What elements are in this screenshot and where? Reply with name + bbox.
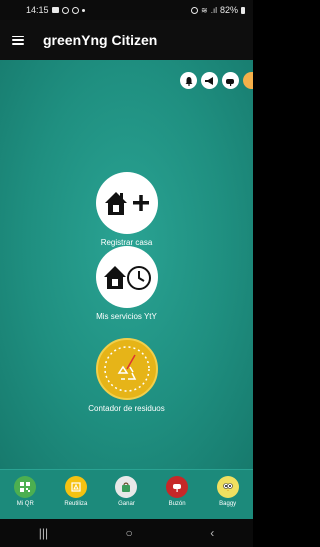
mailbox-icon[interactable] [166, 476, 189, 498]
bottom-navigation: Mi QR Reutiliza Ganar Buzón Baggy [0, 469, 253, 519]
top-action-icons [180, 72, 253, 89]
owl-mascot-icon[interactable] [216, 476, 239, 498]
app-bar: greenYng Citizen [0, 20, 253, 60]
battery-level: 82% [219, 5, 238, 15]
instagram-icon [61, 6, 69, 14]
megaphone-icon[interactable] [201, 72, 218, 89]
settings-icon [71, 6, 79, 14]
notification-dot-icon [81, 8, 85, 12]
register-house-entry[interactable]: Registrar casa [0, 172, 253, 247]
status-time: 14:15 [26, 5, 49, 15]
main-content: Registrar casa Mis servicios YtY Contado… [0, 60, 253, 469]
nav-label-reutiliza: Reutiliza [64, 501, 88, 507]
waste-counter-entry[interactable]: Contador de residuos [0, 338, 253, 413]
house-plus-icon[interactable] [95, 172, 158, 234]
recycle-gauge-icon[interactable] [95, 338, 158, 400]
qr-code-icon[interactable] [14, 476, 37, 498]
nav-item-mi-qr[interactable]: Mi QR [5, 476, 45, 507]
back-icon[interactable]: ‹ [210, 526, 214, 540]
battery-icon [241, 6, 245, 14]
home-icon[interactable]: ○ [126, 526, 133, 540]
house-clock-icon[interactable] [95, 246, 158, 308]
video-icon [51, 7, 59, 13]
profile-avatar-icon[interactable] [243, 72, 253, 89]
nav-label-baggy: Baggy [219, 501, 237, 507]
recent-apps-icon[interactable]: ||| [39, 526, 48, 540]
gift-bag-icon[interactable] [115, 476, 138, 498]
signal-icon: .ıl [210, 5, 217, 15]
services-entry[interactable]: Mis servicios YtY [0, 246, 253, 321]
services-label: Mis servicios YtY [96, 312, 157, 321]
nav-label-ganar: Ganar [118, 501, 135, 507]
nav-item-baggy[interactable]: Baggy [208, 476, 248, 507]
waste-counter-label: Contador de residuos [88, 404, 165, 413]
nav-label-buzon: Buzón [168, 501, 186, 507]
status-bar: 14:15 ≋ .ıl 82% [0, 0, 253, 20]
nav-item-buzon[interactable]: Buzón [157, 476, 197, 507]
system-navigation-bar: ||| ○ ‹ [0, 519, 253, 547]
bell-icon[interactable] [180, 72, 197, 89]
hamburger-menu-icon[interactable] [12, 35, 24, 45]
wifi-icon: ≋ [201, 5, 208, 15]
nav-item-reutiliza[interactable]: Reutiliza [56, 476, 96, 507]
alarm-icon [191, 6, 199, 14]
nav-item-ganar[interactable]: Ganar [106, 476, 146, 507]
app-title: greenYng Citizen [43, 32, 158, 48]
nav-label-mi-qr: Mi QR [16, 501, 34, 507]
mailbox-icon[interactable] [222, 72, 239, 89]
reuse-icon[interactable] [64, 476, 87, 498]
